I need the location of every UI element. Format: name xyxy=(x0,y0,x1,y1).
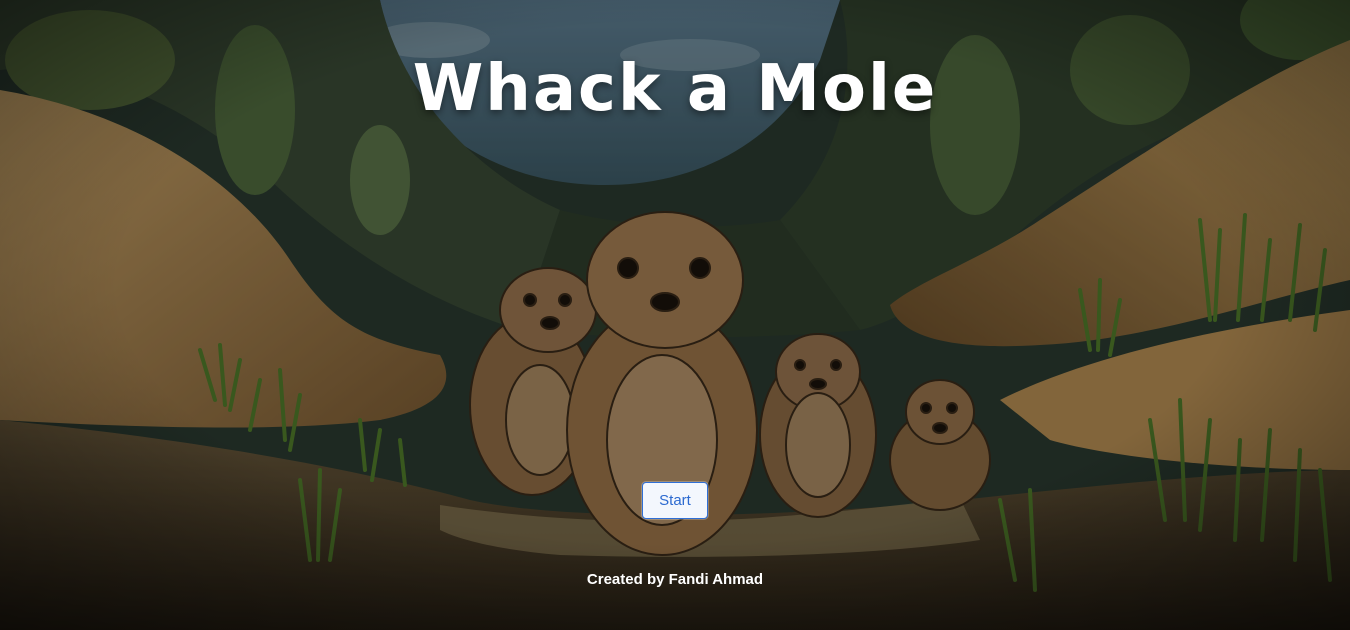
credit-text: Created by Fandi Ahmad xyxy=(586,571,764,588)
game-title: Whack a Mole xyxy=(412,52,938,126)
start-button[interactable]: Start xyxy=(642,482,708,519)
game-screen: Whack a Mole Start Created by Fandi Ahma… xyxy=(0,0,1350,630)
